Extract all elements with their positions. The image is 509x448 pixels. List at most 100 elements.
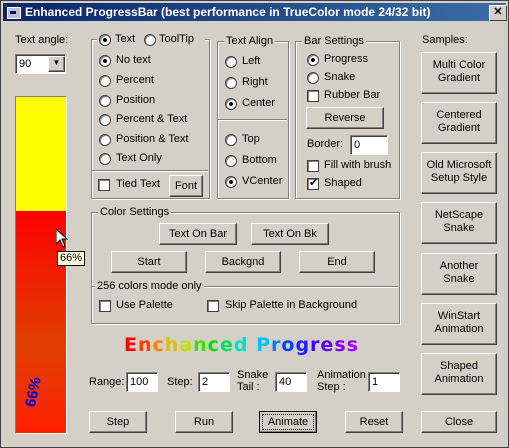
sample-another-snake-button[interactable]: Another Snake [421,253,497,295]
sample-label: Snake [443,273,475,285]
text-angle-select[interactable]: 90 ▼ [15,54,66,74]
sample-label: Another [439,260,479,272]
align-right-radio[interactable] [225,77,237,89]
rubber-bar-label: Rubber Bar [324,89,381,101]
text-option-radio[interactable] [99,55,111,67]
logo-letter: e [219,334,234,356]
sample-centered-gradient-button[interactable]: Centered Gradient [421,102,497,144]
palette-caption: 256 colors mode only [95,280,204,292]
logo-letter: n [137,334,153,356]
sample-label: Animation [434,323,484,335]
sample-netscape-snake-button[interactable]: NetScape Snake [421,202,497,244]
logo-letter: a [179,334,194,356]
text-option-radio[interactable] [99,134,111,146]
logo-letter: n [193,334,208,356]
animation-step-label: Step : [317,381,346,393]
text-option-label: Percent [116,74,154,86]
tied-text-checkbox[interactable] [98,179,110,191]
logo-letter: o [281,334,296,356]
sample-label: Setup Style [430,172,488,184]
text-option-label: Position & Text [116,133,189,145]
text-mode-tooltip-label: ToolTip [159,33,195,45]
logo-letter: e [320,334,335,356]
font-button[interactable]: Font [169,175,203,197]
animation-step-label: Animation [317,369,366,381]
align-left-radio[interactable] [225,56,237,68]
sample-winstart-animation-button[interactable]: WinStart Animation [421,303,497,345]
valign-vcenter-label: VCenter [242,175,283,187]
text-mode-text-label: Text [115,33,136,45]
animate-button[interactable]: Animate [259,411,317,433]
text-on-bar-button[interactable]: Text On Bar [159,223,237,245]
border-label: Border: [307,138,344,150]
step-input[interactable]: 2 [198,372,230,392]
align-center-radio[interactable] [225,98,237,110]
text-option-radio[interactable] [99,75,111,87]
snake-tail-label: Tail : [237,381,260,393]
text-mode-text-radio[interactable] [99,34,111,46]
app-icon[interactable] [7,7,21,19]
sample-label: Snake [443,222,475,234]
sample-shaped-animation-button[interactable]: Shaped Animation [421,353,497,395]
title-bar[interactable]: Enhanced ProgressBar (best performance i… [3,3,507,21]
logo-letter: P [256,334,271,356]
mouse-cursor-icon [56,229,68,248]
tied-text-label: Tied Text [116,178,161,190]
align-center-label: Center [242,97,276,109]
shaped-label: Shaped [324,177,362,189]
sample-label: WinStart [437,310,481,322]
step-label: Step: [167,376,193,388]
range-label: Range: [89,376,125,388]
end-color-button[interactable]: End [299,251,375,273]
skip-palette-checkbox[interactable] [207,300,219,312]
logo-letter: h [164,334,180,356]
text-option-label: No text [116,54,151,66]
fill-with-brush-label: Fill with brush [324,159,392,171]
reverse-button[interactable]: Reverse [306,107,384,129]
animation-step-input[interactable]: 1 [368,372,400,392]
text-option-radio[interactable] [99,95,111,107]
logo-letter: r [310,334,321,356]
skip-palette-label: Skip Palette in Background [225,299,358,311]
snake-tail-label: Snake [237,369,269,381]
start-color-button[interactable]: Start [111,251,187,273]
text-angle-label: Text angle: [15,34,69,46]
sample-label: NetScape [434,209,484,221]
chevron-down-icon[interactable]: ▼ [48,56,65,72]
window-title: Enhanced ProgressBar (best performance i… [25,5,431,19]
bar-snake-radio[interactable] [307,72,319,84]
range-input[interactable]: 100 [126,372,158,392]
step-button[interactable]: Step [89,411,147,433]
text-option-radio[interactable] [99,153,111,165]
align-left-label: Left [242,55,261,67]
rubber-bar-checkbox[interactable] [307,90,319,102]
border-input[interactable]: 0 [350,135,388,155]
logo-letter: s [334,334,347,356]
valign-top-radio[interactable] [225,134,237,146]
sample-label: Gradient [437,122,481,134]
run-button[interactable]: Run [175,411,233,433]
color-settings-caption: Color Settings [98,206,172,218]
divider [218,119,287,120]
shaped-checkbox[interactable] [307,176,319,190]
sample-label: Gradient [437,72,481,84]
fill-with-brush-checkbox[interactable] [307,160,319,172]
text-on-bk-button[interactable]: Text On Bk [251,223,329,245]
valign-bottom-radio[interactable] [225,155,237,167]
logo-letter: s [346,334,359,356]
backgnd-color-button[interactable]: Backgnd [205,251,281,273]
valign-vcenter-radio[interactable] [225,176,237,188]
reset-button[interactable]: Reset [345,411,403,433]
snake-tail-input[interactable]: 40 [275,372,307,392]
sample-label: Multi Color [432,59,486,71]
text-option-radio[interactable] [99,114,111,126]
close-button[interactable]: Close [421,411,497,433]
use-palette-checkbox[interactable] [99,300,111,312]
text-mode-tooltip-radio[interactable] [144,34,156,46]
close-window-button[interactable]: ✕ [489,5,507,21]
bar-progress-radio[interactable] [307,54,319,66]
logo-letter: d [233,334,249,356]
sample-multi-color-gradient-button[interactable]: Multi Color Gradient [421,52,497,94]
bar-snake-label: Snake [324,71,356,83]
sample-old-microsoft-setup-button[interactable]: Old Microsoft Setup Style [421,152,497,194]
